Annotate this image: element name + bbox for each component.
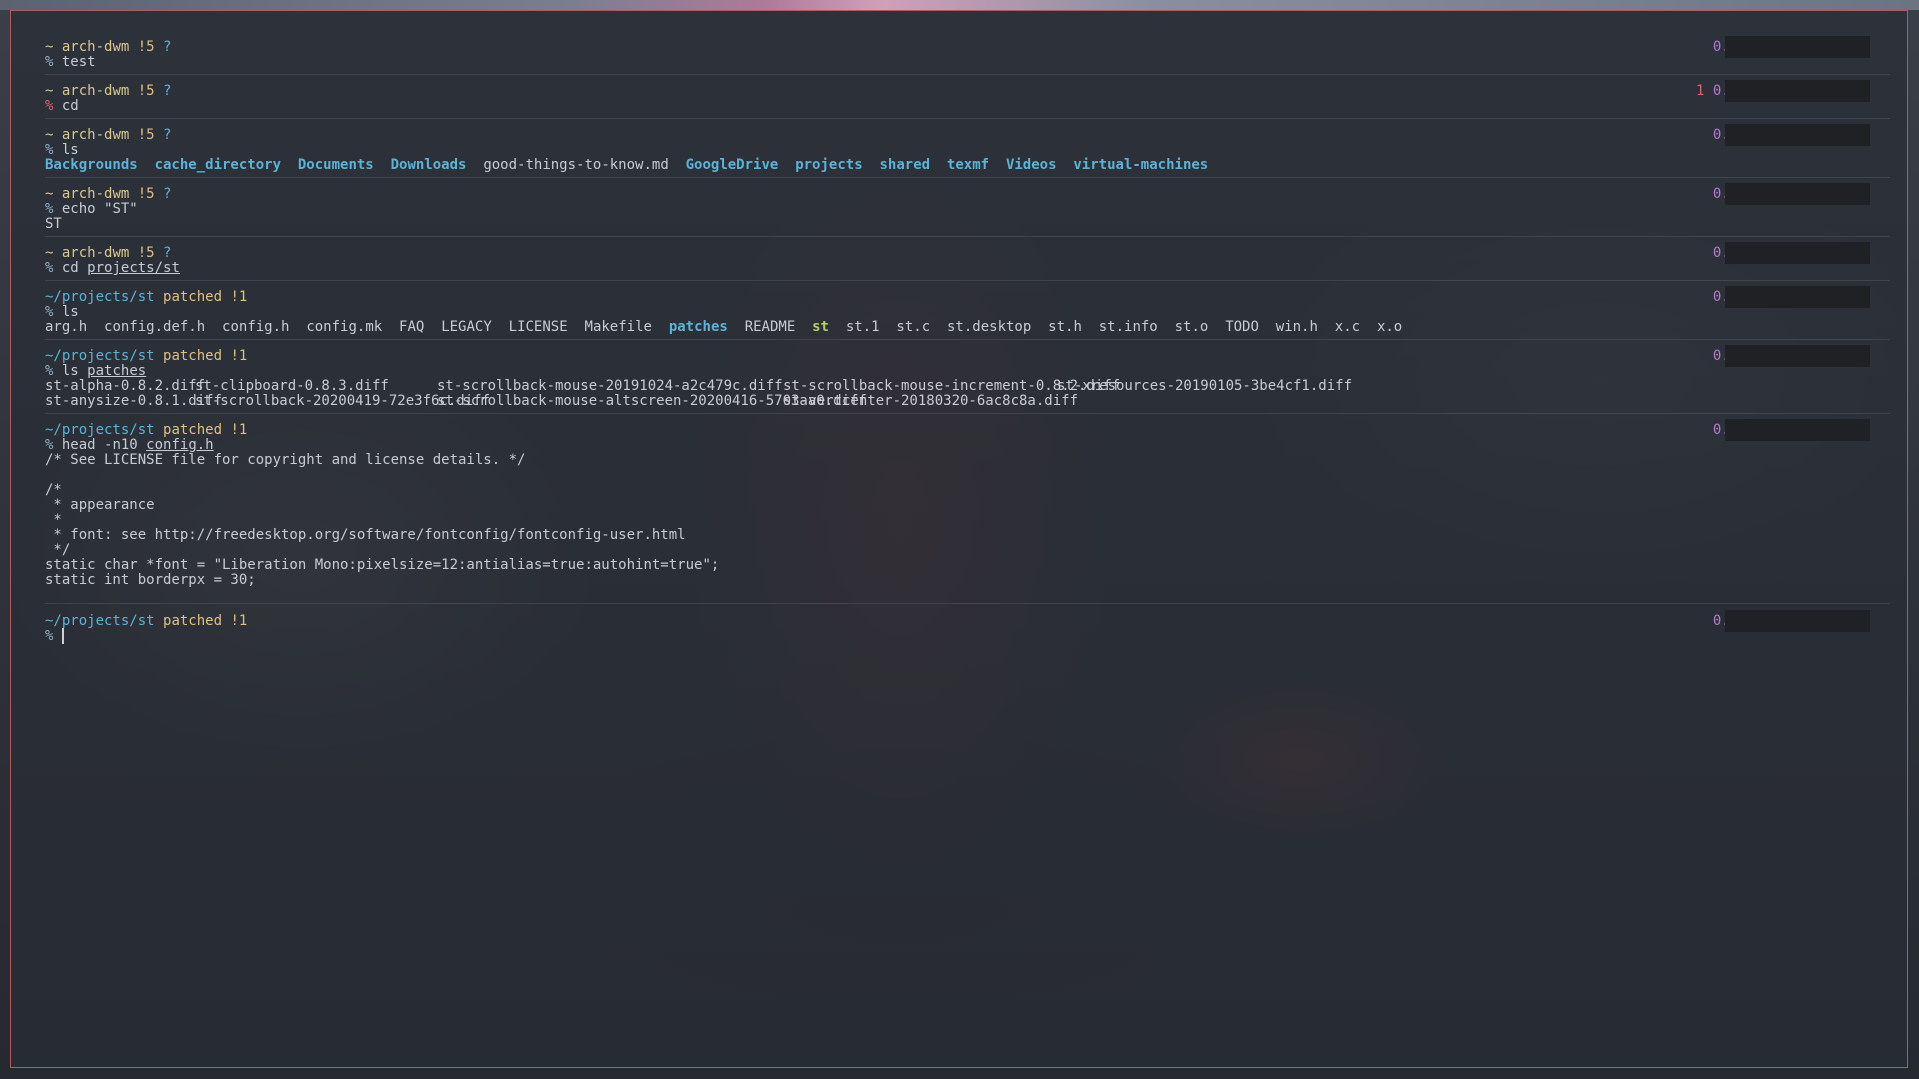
separator (45, 74, 1890, 75)
prompt-symbol: % (45, 54, 54, 70)
prompt-symbol-error: % (45, 98, 54, 114)
command-line: % test (45, 53, 96, 71)
git-dirty-count: !1 (230, 348, 248, 364)
ls-entry: GoogleDrive (685, 157, 779, 173)
echo-output: ST (45, 216, 62, 232)
prompt-line: ~/projects/st patched !1 (45, 612, 247, 630)
prompt-symbol: % (45, 628, 54, 644)
ls-entry: st.1 (845, 319, 880, 335)
prompt-symbol: % (45, 260, 54, 276)
git-dirty-count: !1 (230, 422, 248, 438)
git-dirty-count: !1 (230, 613, 248, 629)
ls-entry: st-scrollback-mouse-altscreen-20200416-5… (437, 393, 867, 409)
terminal-window[interactable]: ~ arch-dwm !5 ? % test 0.01s ~ arch-dwm … (10, 10, 1908, 1068)
status-bar-block (1725, 80, 1870, 102)
git-untracked-flag: ? (163, 127, 172, 143)
text-cursor[interactable] (61, 628, 64, 644)
ls-entry: arg.h (45, 319, 88, 335)
git-branch: patched (163, 289, 223, 305)
ls-output: Backgrounds cache_directory Documents Do… (45, 156, 1208, 174)
git-untracked-flag: ? (163, 83, 172, 99)
ls-entry: texmf (946, 157, 990, 173)
ls-entry: st.o (1174, 319, 1209, 335)
ls-entry: st-vertcenter-20180320-6ac8c8a.diff (783, 393, 1079, 409)
ls-entry: x.o (1376, 319, 1403, 335)
separator (45, 118, 1890, 119)
separator (45, 339, 1890, 340)
separator (45, 236, 1890, 237)
ls-entry: st.h (1048, 319, 1082, 335)
ls-entry: st.info (1098, 319, 1158, 335)
ls-entry: Videos (1005, 157, 1057, 173)
ls-entry: st.desktop (947, 319, 1032, 335)
ls-entry: st-scrollback-20200419-72e3f6c.diff (195, 393, 491, 409)
ls-output: arg.h config.def.h config.h config.mk FA… (45, 318, 1402, 336)
status-bar-block (1725, 242, 1870, 264)
ls-entry: FAQ (399, 319, 425, 335)
git-untracked-flag: ? (163, 186, 172, 202)
status-bar-block (1725, 183, 1870, 205)
exit-status: 1 (1695, 83, 1705, 99)
ls-entry: virtual-machines (1073, 157, 1209, 173)
command-arg-path: projects/st (87, 260, 180, 276)
ls-entry: Makefile (584, 319, 652, 335)
ls-entry: win.h (1275, 319, 1318, 335)
ls-entry: config.mk (306, 319, 383, 335)
ls-entry: x.c (1334, 319, 1361, 335)
ls-entry: README (744, 319, 796, 335)
separator (45, 413, 1890, 414)
output-line: * font: see http://freedesktop.org/softw… (45, 527, 686, 543)
ls-entry: config.h (222, 319, 290, 335)
ls-entry: Backgrounds (45, 157, 138, 173)
ls-entry: shared (879, 157, 931, 173)
ls-entry: TODO (1225, 319, 1259, 335)
status-bar-block (1725, 286, 1870, 308)
ls-entry: cache_directory (154, 157, 282, 173)
ls-entry: LEGACY (441, 319, 492, 335)
command-text: cd (61, 98, 79, 114)
git-untracked-flag: ? (163, 39, 172, 55)
git-dirty-count: !5 (137, 186, 155, 202)
separator (45, 177, 1890, 178)
input-line[interactable]: % (45, 627, 64, 645)
command-text: echo "ST" (61, 201, 138, 217)
ls-entry: Downloads (390, 157, 467, 173)
ls-entry: st (812, 319, 829, 335)
separator (45, 603, 1890, 604)
git-dirty-count: !5 (137, 83, 155, 99)
git-dirty-count: !5 (137, 127, 155, 143)
ls-entry: LICENSE (508, 319, 568, 335)
status-bar-block (1725, 124, 1870, 146)
status-bar-block (1725, 610, 1870, 632)
command-line: % cd projects/st (45, 259, 180, 277)
command-line: % cd (45, 97, 79, 115)
git-branch: patched (163, 613, 223, 629)
git-dirty-count: !5 (137, 39, 155, 55)
status-bar-block (1725, 36, 1870, 58)
command-text: cd (61, 260, 88, 276)
status-bar-block (1725, 345, 1870, 367)
ls-entry: st-xresources-20190105-3be4cf1.diff (1057, 378, 1353, 394)
status-bar-block (1725, 419, 1870, 441)
ls-output-row: st-anysize-0.8.1.diffst-scrollback-20200… (45, 392, 1079, 410)
ls-entry: st-anysize-0.8.1.diff (45, 393, 223, 409)
output-line: /* See LICENSE file for copyright and li… (45, 452, 526, 468)
ls-entry: config.def.h (104, 319, 206, 335)
ls-entry: Documents (297, 157, 374, 173)
top-bar-strip (0, 0, 1919, 10)
git-dirty-count: !1 (230, 289, 248, 305)
output-line: static int borderpx = 30; (45, 572, 256, 588)
ls-entry: patches (668, 319, 728, 335)
command-text: test (61, 54, 96, 70)
separator (45, 280, 1890, 281)
ls-entry: st.c (896, 319, 931, 335)
git-branch: patched (163, 348, 223, 364)
ls-entry: projects (795, 157, 863, 173)
ls-entry: good-things-to-know.md (483, 157, 669, 173)
